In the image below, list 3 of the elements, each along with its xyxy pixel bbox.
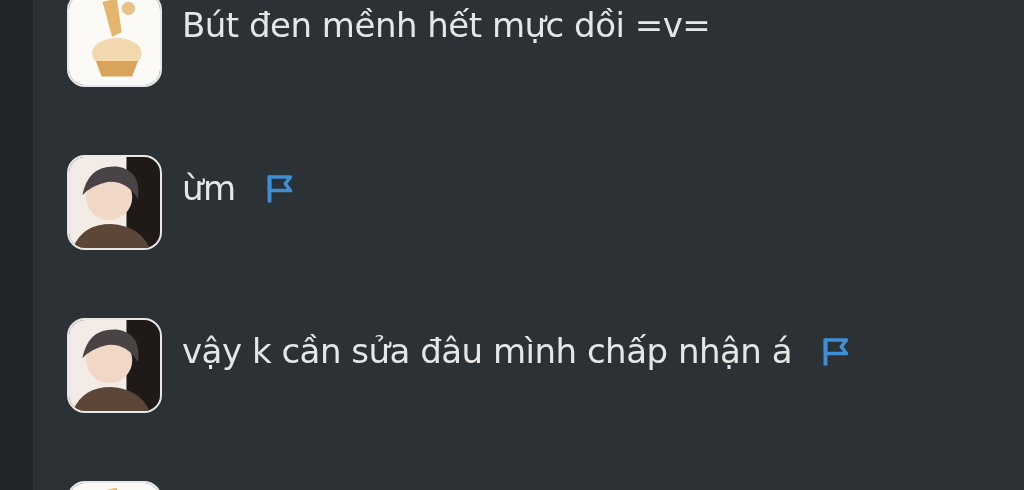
message-text: vậy k cần sửa đâu mình chấp nhận á [182,330,792,373]
message-text: ừm [182,167,236,210]
message-text: Bút đen mềnh hết mực dồi =v= [182,4,711,47]
